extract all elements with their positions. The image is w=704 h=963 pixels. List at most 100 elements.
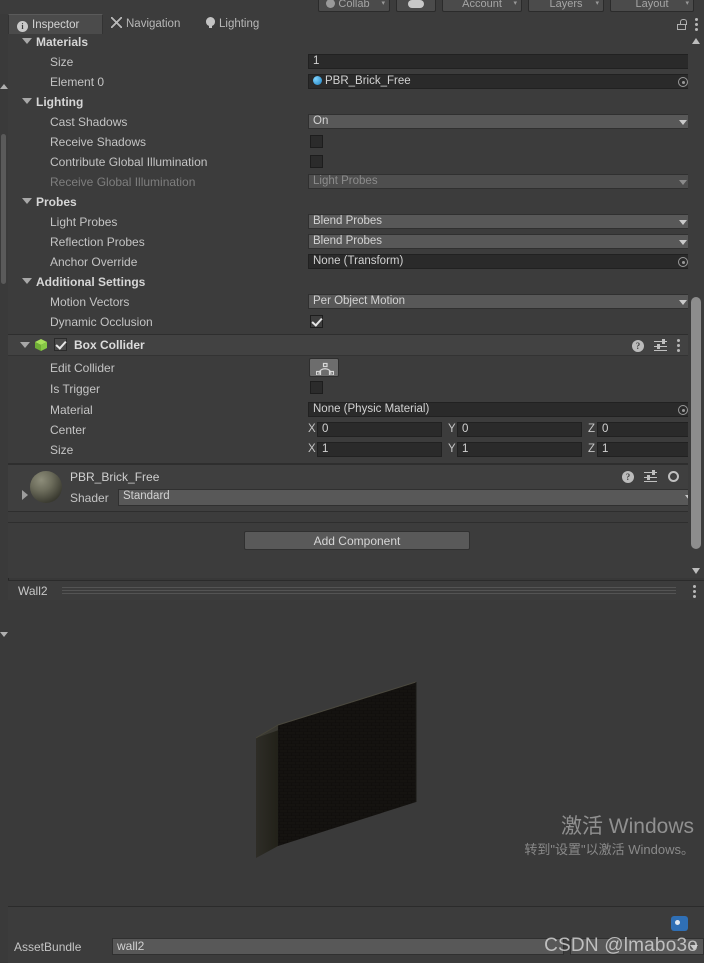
motion-vectors-label: Motion Vectors [50,295,130,309]
materials-foldout-row[interactable]: Materials [8,34,688,52]
tab-inspector[interactable]: i Inspector [8,14,103,34]
cast-shadows-dropdown[interactable]: On [308,114,688,129]
reflection-probes-label: Reflection Probes [50,235,145,249]
preview-header[interactable]: Wall2 [8,580,704,602]
lightbulb-icon [206,17,215,28]
chevron-down-icon [679,240,687,245]
motion-vectors-value: Per Object Motion [313,295,406,307]
lighting-foldout[interactable]: Lighting [22,95,83,109]
triangle-down-icon[interactable] [20,342,30,348]
navigation-icon [111,17,122,28]
scroll-thumb[interactable] [1,134,6,284]
scroll-up-arrow-icon[interactable] [0,84,8,89]
inspector-scrollbar[interactable] [688,34,704,578]
shader-value: Standard [123,490,170,502]
add-component-row: Add Component [8,523,688,557]
object-picker-icon[interactable] [678,257,688,267]
receive-gi-dropdown: Light Probes [308,174,688,189]
preset-icon[interactable] [654,338,667,352]
lock-icon[interactable] [677,18,687,30]
lighting-foldout-row[interactable]: Lighting [8,92,688,112]
light-probes-row: Light Probes Blend Probes [8,212,688,232]
dynamic-occlusion-checkbox[interactable] [310,315,323,328]
material-name: PBR_Brick_Free [70,470,160,484]
shader-dropdown[interactable]: Standard [118,489,688,506]
chevron-down-icon [679,120,687,125]
scroll-up-arrow-icon[interactable] [692,38,700,44]
tab-lighting[interactable]: Lighting [198,14,268,34]
material-sphere-icon [313,76,322,85]
asset-bundle-name-field[interactable]: wall2 [112,938,564,955]
box-collider-header[interactable]: Box Collider ? [8,334,688,356]
collab-icon [326,0,335,8]
size-z-axis-label: Z [588,443,596,455]
collab-button[interactable]: Collab ▾ [318,0,390,12]
motion-vectors-dropdown[interactable]: Per Object Motion [308,294,688,309]
center-z-input[interactable]: 0 [597,422,688,437]
anchor-override-object-field[interactable]: None (Transform) [308,254,688,269]
materials-element0-object-field[interactable]: PBR_Brick_Free [308,74,688,89]
material-foldout-arrow-icon[interactable] [22,490,28,500]
object-picker-icon[interactable] [678,405,688,415]
size-vector3: X 1 Y 1 Z 1 [308,442,688,457]
chevron-down-icon: ▾ [381,0,385,7]
center-y-input[interactable]: 0 [457,422,582,437]
contribute-gi-checkbox[interactable] [310,155,323,168]
layout-button[interactable]: Layout ▾ [610,0,694,12]
center-x-input[interactable]: 0 [317,422,442,437]
edit-collider-button[interactable] [309,358,339,377]
scroll-down-arrow-icon[interactable] [0,632,8,637]
center-row: Center X 0 Y 0 Z 0 [8,420,688,440]
gear-icon[interactable] [667,470,680,483]
probes-foldout[interactable]: Probes [22,195,77,209]
triangle-down-icon [22,198,32,204]
reflection-probes-dropdown[interactable]: Blend Probes [308,234,688,249]
center-vector3: X 0 Y 0 Z 0 [308,422,688,437]
object-picker-icon[interactable] [678,77,688,87]
triangle-down-icon [22,38,32,44]
contribute-gi-row: Contribute Global Illumination [8,152,688,172]
additional-settings-title: Additional Settings [36,275,146,289]
reflection-probes-row: Reflection Probes Blend Probes [8,232,688,252]
asset-label-tag-icon[interactable] [671,916,688,931]
size-x-input[interactable]: 1 [317,442,442,457]
size-y-input[interactable]: 1 [457,442,582,457]
account-button[interactable]: Account ▾ [442,0,522,12]
inspector-scroll-thumb[interactable] [691,297,701,549]
preview-kebab-menu-icon[interactable] [693,585,696,598]
tab-inspector-label: Inspector [32,19,80,31]
scroll-down-arrow-icon[interactable] [692,568,700,574]
materials-foldout[interactable]: Materials [22,35,88,49]
triangle-down-icon [22,278,32,284]
help-icon[interactable]: ? [622,470,634,483]
additional-settings-foldout-row[interactable]: Additional Settings [8,272,688,292]
size-z-input[interactable]: 1 [597,442,688,457]
additional-settings-foldout[interactable]: Additional Settings [22,275,145,289]
receive-shadows-checkbox[interactable] [310,135,323,148]
help-icon[interactable]: ? [632,339,644,352]
preset-icon[interactable] [644,469,657,483]
layers-button[interactable]: Layers ▾ [528,0,604,12]
chevron-down-icon [679,180,687,185]
light-probes-dropdown[interactable]: Blend Probes [308,214,688,229]
preview-resize-grip[interactable] [62,587,676,594]
cloud-button[interactable] [396,0,436,12]
materials-size-input[interactable]: 1 [308,54,688,69]
probes-title: Probes [36,195,77,209]
model-preview-pane[interactable]: 激活 Windows 转到"设置"以激活 Windows。 [8,600,704,906]
probes-foldout-row[interactable]: Probes [8,192,688,212]
collab-label: Collab [338,0,370,10]
tab-navigation[interactable]: Navigation [103,14,189,34]
shader-label: Shader [70,491,109,505]
box-collider-enabled-checkbox[interactable] [54,338,67,351]
physic-material-object-field[interactable]: None (Physic Material) [308,402,688,417]
add-component-button[interactable]: Add Component [244,531,470,550]
is-trigger-checkbox[interactable] [310,381,323,394]
kebab-menu-icon[interactable] [695,17,698,31]
materials-title: Materials [36,35,89,49]
kebab-menu-icon[interactable] [677,339,680,352]
chevron-down-icon: ▾ [513,0,517,7]
lighting-title: Lighting [36,95,84,109]
material-inline-panel: PBR_Brick_Free Shader Standard ? [8,464,688,511]
cloud-icon [408,0,424,8]
